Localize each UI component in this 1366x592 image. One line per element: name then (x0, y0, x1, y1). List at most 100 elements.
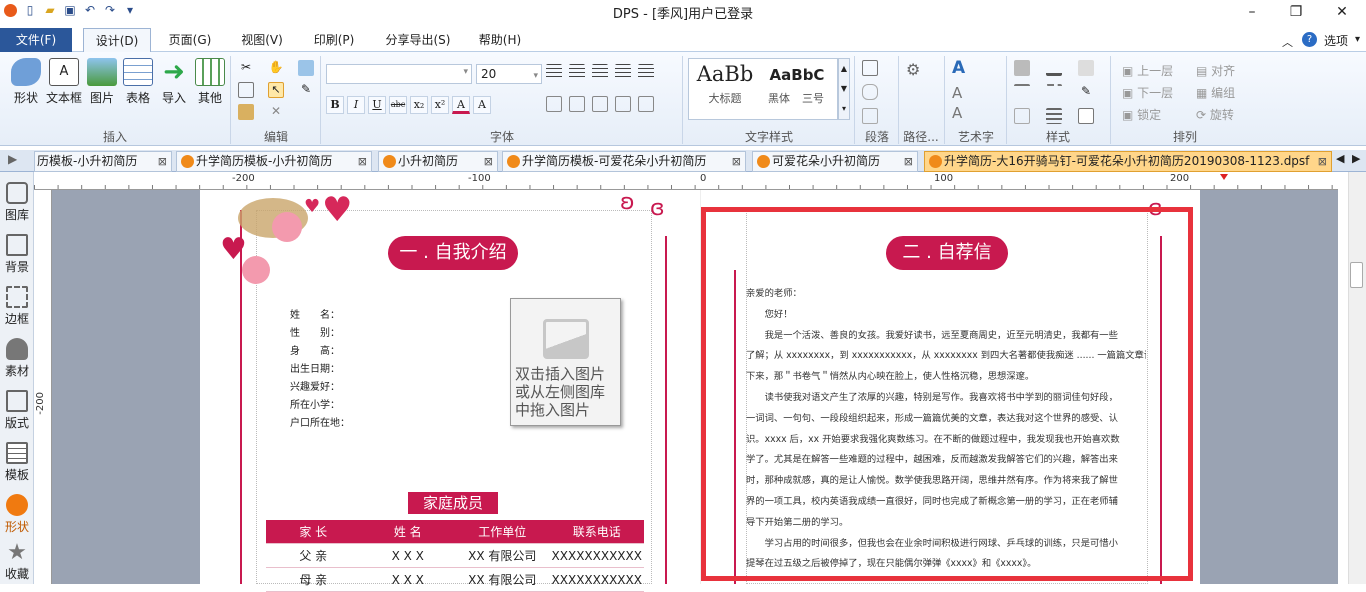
options-dropdown-icon[interactable]: ▾ (1355, 34, 1360, 45)
shadow-icon[interactable] (1078, 60, 1094, 76)
collapse-ribbon-icon[interactable]: ︿ (1282, 34, 1293, 50)
paste-icon[interactable] (238, 104, 254, 120)
subscript-button[interactable]: x₂ (410, 96, 428, 114)
sidebar-item-border[interactable]: 边框 (0, 280, 34, 332)
tab-scroll-left-icon[interactable]: ▶ (8, 152, 17, 166)
sidebar-item-material[interactable]: 素材 (0, 332, 34, 384)
format-painter-icon[interactable]: ✎ (298, 82, 314, 98)
link-icon[interactable] (862, 84, 878, 100)
indent-icon[interactable] (592, 96, 608, 112)
tab-close-icon[interactable]: ⊠ (732, 152, 741, 171)
paragraph-mark-icon[interactable] (615, 96, 631, 112)
font-family-dropdown-icon[interactable]: ▾ (463, 67, 468, 77)
sidebar-item-background[interactable]: 背景 (0, 228, 34, 280)
tab-design[interactable]: 设计(D) (83, 28, 151, 53)
transparency-icon[interactable] (1014, 108, 1030, 124)
doc-tab[interactable]: 升学简历模板-小升初简历 ⊠ (176, 151, 372, 172)
vertical-scrollbar[interactable] (1348, 172, 1366, 584)
art-text-style-icon[interactable]: A (952, 84, 962, 102)
style-heading-preview[interactable]: AaBb (692, 62, 758, 86)
tab-view[interactable]: 视图(V) (232, 28, 292, 52)
tab-close-icon[interactable]: ⊠ (1318, 152, 1327, 171)
tab-page[interactable]: 页面(G) (160, 28, 220, 52)
tab-help[interactable]: 帮助(H) (470, 28, 530, 52)
fill-color-icon[interactable] (1014, 60, 1030, 76)
align-right-icon[interactable] (592, 64, 608, 80)
underline-button[interactable]: U (368, 96, 386, 114)
dash-style-icon[interactable] (1046, 84, 1062, 100)
align-button[interactable]: ▤ 对齐 (1196, 60, 1235, 82)
font-size-button[interactable]: A (473, 96, 491, 114)
sidebar-item-layout[interactable]: 版式 (0, 384, 34, 436)
send-backward-button[interactable]: ▣ 下一层 (1122, 82, 1173, 104)
tab-print[interactable]: 印刷(P) (304, 28, 364, 52)
doc-tab-active[interactable]: 升学简历-大16开骑马钉-可爱花朵小升初简历20190308-1123.dpsf… (924, 151, 1332, 172)
font-color-button[interactable]: A (452, 96, 470, 114)
help-icon[interactable]: ? (1302, 32, 1317, 47)
text-direction-icon[interactable] (638, 96, 654, 112)
doc-tab[interactable]: 升学简历模板-可爱花朵小升初简历 ⊠ (502, 151, 746, 172)
sidebar-item-shape[interactable]: 形状 (0, 488, 34, 540)
tab-share-export[interactable]: 分享导出(S) (376, 28, 460, 52)
tab-close-icon[interactable]: ⊠ (158, 152, 167, 171)
options-menu[interactable]: 选项 (1324, 32, 1348, 49)
other-button[interactable]: 其他 (190, 58, 230, 106)
close-icon[interactable]: ✕ (1332, 2, 1352, 22)
file-menu[interactable]: 文件(F) (0, 28, 72, 52)
bring-forward-button[interactable]: ▣ 上一层 (1122, 60, 1173, 82)
font-size-dropdown-icon[interactable]: ▾ (533, 67, 538, 85)
sidebar-item-template[interactable]: 模板 (0, 436, 34, 488)
minimize-icon[interactable]: – (1242, 2, 1262, 22)
lock-button[interactable]: ▣ 锁定 (1122, 104, 1173, 126)
brush-icon[interactable]: ✎ (1078, 84, 1094, 100)
justify-icon[interactable] (615, 64, 631, 80)
group-button[interactable]: ▦ 编组 (1196, 82, 1235, 104)
font-size-select[interactable]: 20 ▾ (476, 64, 542, 84)
tab-prev-icon[interactable]: ◀ (1336, 152, 1344, 165)
restore-icon[interactable]: ❐ (1286, 2, 1306, 22)
line-spacing-icon[interactable] (569, 96, 585, 112)
align-left-icon[interactable] (546, 64, 562, 80)
art-text-icon[interactable]: A (952, 58, 965, 78)
border-box-icon[interactable] (1078, 108, 1094, 124)
cut-icon[interactable]: ✂ (238, 60, 254, 76)
scrollbar-thumb[interactable] (1350, 262, 1363, 288)
import-button[interactable]: ➜ 导入 (154, 58, 194, 106)
selection-highlight[interactable] (701, 207, 1193, 581)
copy-icon[interactable] (238, 82, 254, 98)
align-center-icon[interactable] (569, 64, 585, 80)
sidebar-item-favorite[interactable]: ★ 收藏 (0, 540, 34, 592)
superscript-button[interactable]: x² (431, 96, 449, 114)
tab-close-icon[interactable]: ⊠ (358, 152, 367, 171)
doc-tab[interactable]: 历模板-小升初简历 ⊠ (34, 151, 172, 172)
rotate-button[interactable]: ⟳ 旋转 (1196, 104, 1235, 126)
image-tool-icon[interactable] (298, 60, 314, 76)
path-gear-icon[interactable]: ⚙ (906, 60, 920, 79)
pointer-icon[interactable]: ↖ (268, 82, 284, 98)
line-style-icon[interactable] (1014, 84, 1030, 100)
text-flow-icon[interactable] (862, 60, 878, 76)
photo-placeholder[interactable]: 双击插入图片 或从左侧图库 中拖入图片 (510, 298, 621, 426)
doc-tab[interactable]: 小升初简历 ⊠ (378, 151, 498, 172)
ruler-marker[interactable] (1220, 174, 1228, 180)
tab-next-icon[interactable]: ▶ (1352, 152, 1360, 165)
doc-tab[interactable]: 可爱花朵小升初简历 ⊠ (752, 151, 918, 172)
hand-icon[interactable]: ✋ (268, 60, 284, 76)
art-text-effect-icon[interactable]: A (952, 104, 962, 122)
char-spacing-icon[interactable] (546, 96, 562, 112)
text-wrap-icon[interactable] (862, 108, 878, 124)
style-body-preview[interactable]: AaBbC (764, 66, 830, 84)
line-weight-icon[interactable] (1046, 108, 1062, 124)
line-color-icon[interactable] (1046, 60, 1062, 76)
tab-close-icon[interactable]: ⊠ (484, 152, 493, 171)
sidebar-item-gallery[interactable]: 图库 (0, 176, 34, 228)
bold-button[interactable]: B (326, 96, 344, 114)
picture-button[interactable]: 图片 (82, 58, 122, 106)
font-family-select[interactable]: ▾ (326, 64, 472, 84)
strikethrough-button[interactable]: abc (389, 96, 407, 114)
delete-icon[interactable]: ✕ (268, 104, 284, 120)
distribute-icon[interactable] (638, 64, 654, 80)
tab-close-icon[interactable]: ⊠ (904, 152, 913, 171)
italic-button[interactable]: I (347, 96, 365, 114)
textbox-button[interactable]: A 文本框 (44, 58, 84, 106)
